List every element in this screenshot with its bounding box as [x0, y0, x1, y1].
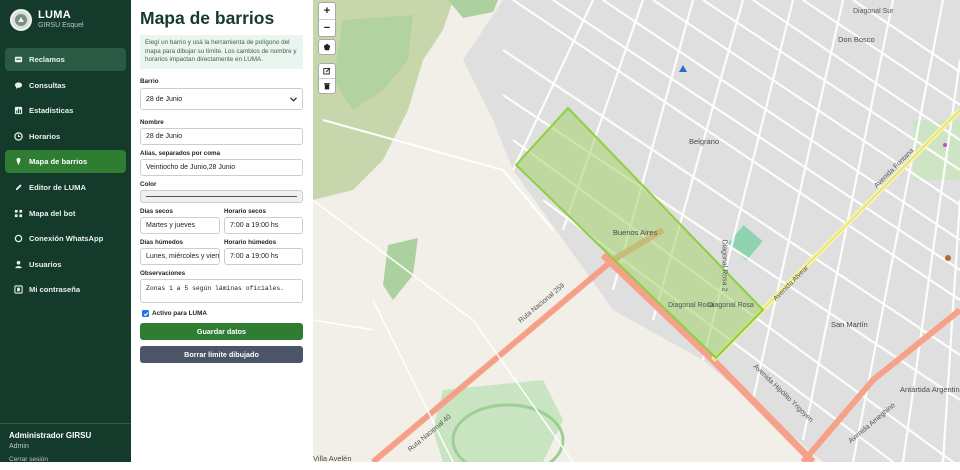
clock-icon: [13, 131, 23, 141]
chevron-down-icon: [290, 97, 297, 104]
inbox-icon: [13, 55, 23, 65]
trash-icon: [323, 82, 331, 90]
sidebar-item-label: Conexión WhatsApp: [29, 234, 104, 244]
brand-title: LUMA: [38, 9, 71, 21]
map-label-villa-avelen: Villa Avelén: [313, 454, 352, 462]
zoom-in-button[interactable]: +: [319, 3, 335, 19]
dias-secos-input[interactable]: Martes y jueves: [140, 217, 220, 234]
user-name: Administrador GIRSU: [9, 431, 92, 440]
link-icon: [13, 234, 23, 244]
sidebar-item-label: Consultas: [29, 80, 66, 90]
map-view[interactable]: Don Bosco Belgrano Buenos Aires San Mart…: [313, 0, 960, 462]
sidebar-nav: Reclamos Consultas Estadísticas Horarios…: [5, 48, 126, 304]
sidebar-item-label: Reclamos: [29, 55, 65, 64]
chat-icon: [13, 80, 23, 90]
sidebar-item-label: Mapa de barrios: [29, 157, 88, 167]
activo-row[interactable]: Activo para LUMA: [142, 310, 207, 317]
horario-humedos-input[interactable]: 7:00 a 19:00 hs: [224, 248, 303, 265]
sidebar: LUMA GIRSU Esquel Reclamos Consultas Est…: [0, 0, 131, 463]
pencil-icon: [13, 182, 23, 192]
sidebar-item-usuarios[interactable]: Usuarios: [5, 253, 126, 276]
map-label-diagonal-rosa: Diagonal Rosa: [708, 302, 754, 309]
dias-humedos-label: Días húmedos: [140, 239, 184, 246]
user-role: Admin: [9, 443, 29, 450]
activo-checkbox[interactable]: [142, 310, 149, 317]
dias-humedos-input[interactable]: Lunes, miércoles y viern: [140, 248, 220, 265]
nombre-input[interactable]: 28 de Junio: [140, 128, 303, 145]
chart-icon: [13, 106, 23, 116]
map-label-buenos-aires: Buenos Aires: [613, 228, 658, 237]
map-label-san-martin: San Martín: [831, 320, 868, 329]
sidebar-item-mapa-de-barrios[interactable]: Mapa de barrios: [5, 150, 126, 174]
key-icon: [13, 285, 23, 295]
barrio-select-value: 28 de Junio: [146, 95, 183, 103]
sidebar-footer: Administrador GIRSU Admin Cerrar sesión: [0, 423, 131, 470]
map-label-belgrano: Belgrano: [689, 137, 720, 146]
save-button[interactable]: Guardar datos: [140, 323, 303, 340]
nombre-label: Nombre: [140, 119, 164, 126]
horario-humedos-label: Horario húmedos: [224, 239, 277, 246]
sidebar-item-reclamos[interactable]: Reclamos: [5, 48, 126, 71]
edit-icon: [323, 67, 331, 75]
user-icon: [13, 259, 23, 269]
sidebar-item-label: Mapa del bot: [29, 208, 76, 218]
edit-panel: Mapa de barrios Elegí un barrio y usá la…: [131, 0, 313, 462]
map-label-antartida-argentina: Antártida Argentina: [900, 385, 960, 394]
sidebar-item-mapa-del-bot[interactable]: Mapa del bot: [5, 202, 126, 225]
sidebar-item-label: Horarios: [29, 131, 61, 141]
color-picker[interactable]: [140, 190, 303, 203]
delete-layers-button[interactable]: [319, 78, 335, 93]
sidebar-item-editor-de-luma[interactable]: Editor de LUMA: [5, 176, 126, 199]
color-label: Color: [140, 181, 157, 188]
map-label-diagonal-rosa-2: Diagonal Rosa 2: [720, 239, 728, 292]
clear-boundary-button[interactable]: Borrar límite dibujado: [140, 346, 303, 363]
sidebar-item-label: Usuarios: [29, 259, 62, 269]
alias-input[interactable]: Veintiocho de Junio,28 Junio: [140, 159, 303, 176]
zoom-out-button[interactable]: −: [319, 19, 335, 36]
horario-secos-input[interactable]: 7:00 a 19:00 hs: [224, 217, 303, 234]
activo-label: Activo para LUMA: [152, 310, 208, 317]
dias-secos-label: Días secos: [140, 208, 173, 215]
alias-label: Alias, separados por coma: [140, 150, 221, 157]
sidebar-item-label: Estadísticas: [29, 106, 74, 116]
brand-subtitle: GIRSU Esquel: [38, 22, 84, 29]
map-label-don-bosco: Don Bosco: [838, 35, 875, 44]
edit-layers-button[interactable]: [319, 64, 335, 78]
sidebar-item-horarios[interactable]: Horarios: [5, 125, 126, 148]
draw-polygon-control: [318, 39, 336, 55]
zoom-control: + −: [318, 2, 336, 37]
sidebar-item-estadisticas[interactable]: Estadísticas: [5, 99, 126, 122]
color-swatch: [146, 196, 297, 197]
horario-secos-label: Horario secos: [224, 208, 266, 215]
sidebar-item-label: Editor de LUMA: [29, 182, 86, 192]
edit-tools-control: [318, 63, 336, 94]
sitemap-icon: [13, 208, 23, 218]
sidebar-item-label: Mi contraseña: [29, 285, 81, 295]
sidebar-item-consultas[interactable]: Consultas: [5, 74, 126, 97]
info-notice: Elegí un barrio y usá la herramienta de …: [140, 35, 303, 69]
sidebar-item-conexion-whatsapp[interactable]: Conexión WhatsApp: [5, 227, 126, 250]
brand-logo: [10, 9, 32, 31]
sidebar-item-mi-contrasena[interactable]: Mi contraseña: [5, 278, 126, 301]
draw-polygon-button[interactable]: [319, 40, 335, 54]
polygon-icon: [323, 43, 331, 51]
location-icon: [13, 157, 23, 167]
page-title: Mapa de barrios: [140, 8, 275, 28]
barrio-label: Barrio: [140, 78, 159, 85]
observaciones-textarea[interactable]: Zonas 1 a 5 según láminas oficiales.: [140, 279, 303, 303]
observaciones-label: Observaciones: [140, 270, 186, 277]
barrio-select[interactable]: 28 de Junio: [140, 88, 303, 110]
brand[interactable]: LUMA GIRSU Esquel: [10, 9, 84, 31]
map-label-diagonal-sur: Diagonal Sur: [853, 8, 894, 15]
